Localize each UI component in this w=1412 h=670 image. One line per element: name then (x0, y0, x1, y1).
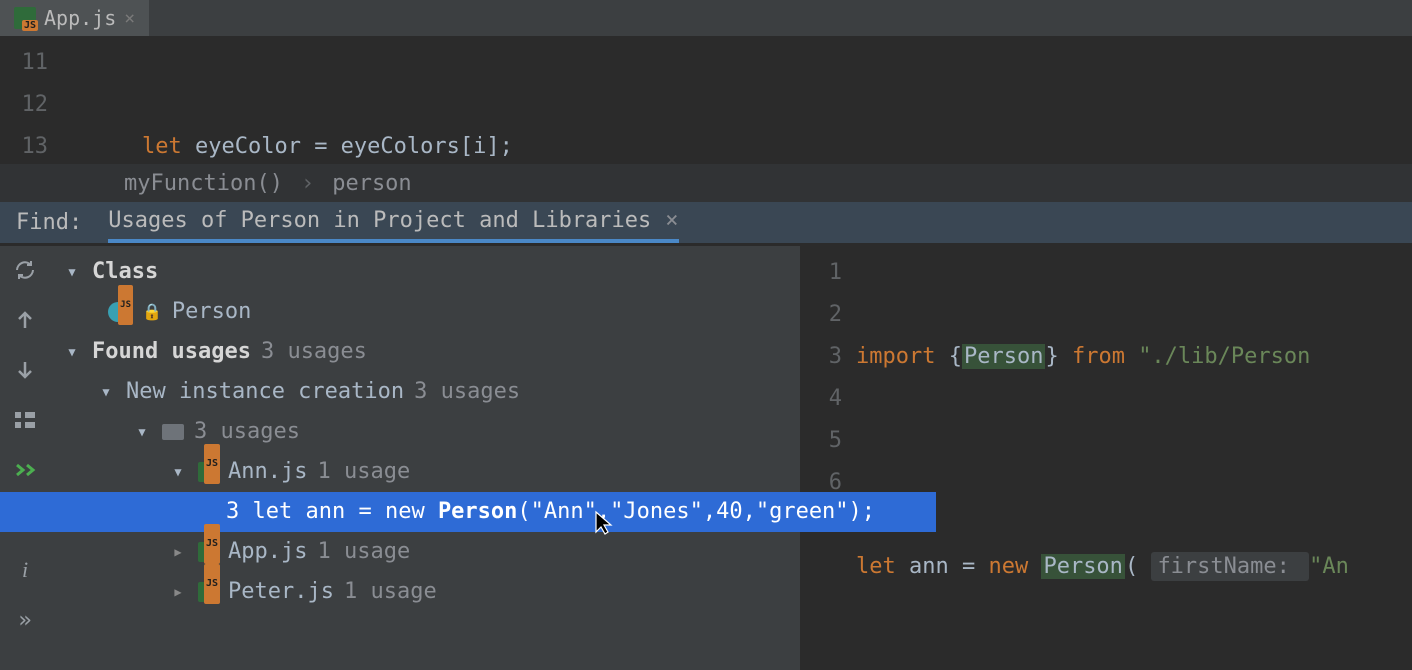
tree-usage-row-selected[interactable]: 3 let ann = new Person("Ann","Jones",40,… (0, 492, 936, 532)
chevron-right-icon: › (301, 171, 314, 196)
info-icon[interactable]: i (11, 556, 39, 584)
line-number: 11 (0, 42, 48, 84)
find-tab-title: Usages of Person in Project and Librarie… (108, 208, 651, 233)
file-name: App.js (228, 532, 307, 572)
close-icon[interactable]: × (124, 8, 135, 29)
tree-file[interactable]: Peter.js 1 usage (50, 572, 800, 612)
code-line: import {Person} from "./lib/Person (856, 336, 1349, 378)
tree-class-header[interactable]: Class (50, 252, 800, 292)
usage-preview-editor: 1 2 3 4 5 6 import {Person} from "./lib/… (800, 246, 1412, 670)
group-icon[interactable] (11, 406, 39, 434)
file-name: Ann.js (228, 452, 307, 492)
lock-icon: 🔒 (142, 292, 162, 332)
line-number: 13 (0, 126, 48, 168)
category-count: 3 usages (414, 372, 520, 412)
js-file-icon (14, 7, 36, 29)
line-number: 2 (800, 294, 842, 336)
code-line: let eyeColor = eyeColors[i]; (62, 126, 941, 168)
breadcrumb-item[interactable]: person (332, 171, 411, 196)
code-line: let ann = new Person( firstName: "An (856, 546, 1349, 588)
arrow-down-icon[interactable] (11, 356, 39, 384)
editor-tab-bar: App.js × (0, 0, 1412, 36)
line-number: 5 (800, 420, 842, 462)
file-count: 1 usage (317, 532, 410, 572)
refresh-icon[interactable] (11, 256, 39, 284)
usages-tree: Class 🔒 Person Found usages 3 usages New… (50, 246, 800, 670)
find-label: Find: (16, 210, 82, 235)
line-number: 1 (800, 252, 842, 294)
find-panel-body: i » Class 🔒 Person Found usages 3 usages… (0, 246, 1412, 670)
diff-icon[interactable] (11, 456, 39, 484)
class-icon (108, 302, 128, 322)
file-name: Peter.js (228, 572, 334, 612)
close-icon[interactable]: × (665, 208, 678, 233)
category-label: New instance creation (126, 372, 404, 412)
find-toolbar: i » (0, 246, 50, 670)
tree-category[interactable]: New instance creation 3 usages (50, 372, 800, 412)
file-count: 1 usage (317, 452, 410, 492)
preview-gutter: 1 2 3 4 5 6 (800, 246, 856, 670)
arrow-up-icon[interactable] (11, 306, 39, 334)
tree-folder[interactable]: 3 usages (50, 412, 800, 452)
chevron-down-icon[interactable] (62, 332, 82, 372)
file-count: 1 usage (344, 572, 437, 612)
preview-code[interactable]: import {Person} from "./lib/Person let a… (856, 246, 1349, 670)
class-name: Person (172, 292, 251, 332)
more-icon[interactable]: » (11, 606, 39, 634)
code-area[interactable]: let eyeColor = eyeColors[i]; let person … (60, 36, 941, 164)
chevron-right-icon[interactable] (168, 532, 188, 572)
js-file-icon (198, 582, 218, 602)
js-file-icon (198, 462, 218, 482)
chevron-down-icon[interactable] (96, 372, 116, 412)
line-number: 12 (0, 84, 48, 126)
breadcrumb-item[interactable]: myFunction() (124, 171, 283, 196)
usage-code: 3 let ann = new Person("Ann","Jones",40,… (226, 492, 875, 532)
line-number: 3 (800, 336, 842, 378)
chevron-down-icon[interactable] (168, 452, 188, 492)
tree-found-header[interactable]: Found usages 3 usages (50, 332, 800, 372)
js-file-icon (198, 542, 218, 562)
chevron-right-icon[interactable] (168, 572, 188, 612)
tree-file[interactable]: Ann.js 1 usage (50, 452, 800, 492)
tab-filename: App.js (44, 6, 116, 30)
tree-file[interactable]: App.js 1 usage (50, 532, 800, 572)
folder-icon (162, 424, 184, 440)
line-gutter: 11 12 13 (0, 36, 60, 164)
find-tab[interactable]: Usages of Person in Project and Librarie… (108, 202, 678, 243)
chevron-down-icon[interactable] (62, 252, 82, 292)
found-count: 3 usages (261, 332, 367, 372)
file-tab[interactable]: App.js × (0, 0, 149, 36)
line-number: 4 (800, 378, 842, 420)
main-editor: 11 12 13 let eyeColor = eyeColors[i]; le… (0, 36, 1412, 164)
found-label: Found usages (92, 332, 251, 372)
chevron-down-icon[interactable] (132, 412, 152, 452)
tree-class-item[interactable]: 🔒 Person (50, 292, 800, 332)
